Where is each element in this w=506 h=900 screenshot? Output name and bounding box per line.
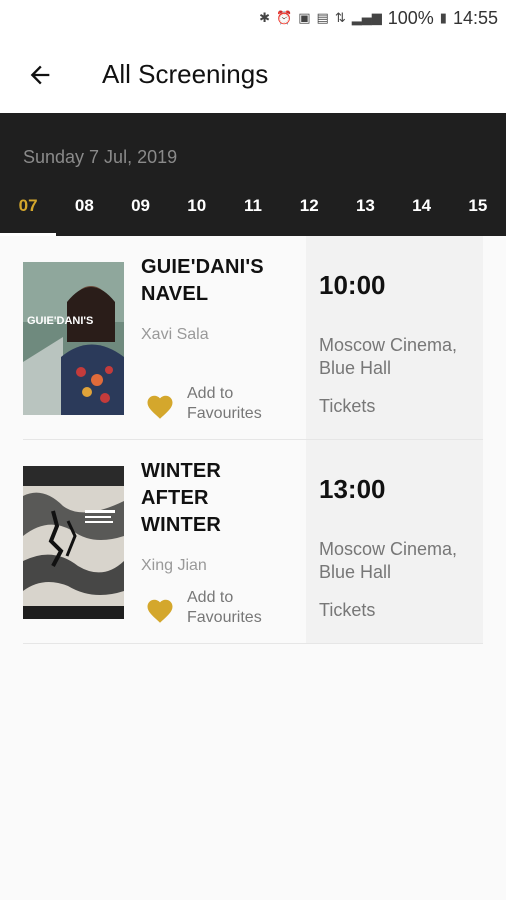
favourites-label: Favourites (187, 609, 262, 626)
alarm-icon: ⏰ (276, 10, 293, 26)
app-bar: All Screenings (0, 36, 506, 113)
day-tab-10[interactable]: 10 (169, 193, 225, 236)
signal-icon: ▂▄▆ (351, 10, 382, 26)
poster-title-text: GUIE'DANI'S (27, 315, 93, 327)
battery-icon: ▮ (439, 10, 447, 26)
screening-item[interactable]: GUIE'DANI'S GUIE'DANI'S NAVEL Xavi Sala … (23, 236, 483, 440)
movie-title-line: NAVEL (141, 283, 209, 305)
director-name: Xavi Sala (141, 326, 209, 343)
screening-time: 13:00 (319, 474, 386, 504)
screening-details-panel: 13:00 Moscow Cinema, Blue Hall Tickets (306, 440, 483, 643)
tickets-link[interactable]: Tickets (319, 600, 375, 621)
favourites-label: Add to (187, 385, 234, 402)
page-title: All Screenings (102, 59, 269, 89)
screening-details-panel: 10:00 Moscow Cinema, Blue Hall Tickets (306, 236, 483, 439)
heart-icon (147, 395, 173, 419)
day-tab-11[interactable]: 11 (225, 193, 281, 236)
data-icon: ⇅ (334, 10, 346, 26)
clock: 14:55 (452, 7, 498, 28)
day-tabs: 07 08 09 10 11 12 13 14 15 (0, 193, 506, 236)
battery-percent: 100% (387, 7, 434, 28)
day-tab-09[interactable]: 09 (112, 193, 168, 236)
notification-icon: ▣ (298, 10, 311, 26)
favourites-label: Favourites (187, 405, 262, 422)
venue-line: Blue Hall (319, 358, 392, 378)
arrow-left-icon (30, 65, 50, 84)
tickets-link[interactable]: Tickets (319, 396, 375, 417)
screening-item[interactable]: WINTER AFTER WINTER Xing Jian Add to Fav… (23, 440, 483, 644)
screenings-list: GUIE'DANI'S GUIE'DANI'S NAVEL Xavi Sala … (0, 236, 506, 644)
venue-line: Moscow Cinema, (319, 335, 458, 355)
venue-line: Moscow Cinema, (319, 539, 458, 559)
screening-info: WINTER AFTER WINTER Xing Jian (141, 458, 311, 575)
day-tab-14[interactable]: 14 (394, 193, 450, 236)
movie-title-line: WINTER (141, 514, 222, 536)
day-tab-15[interactable]: 15 (450, 193, 506, 236)
director-name: Xing Jian (141, 557, 207, 574)
movie-title-line: GUIE'DANI'S (141, 256, 264, 278)
movie-poster[interactable] (23, 466, 124, 619)
day-tab-12[interactable]: 12 (281, 193, 337, 236)
movie-title[interactable]: WINTER AFTER WINTER (141, 458, 311, 539)
day-tab-07[interactable]: 07 (0, 193, 57, 236)
screening-time: 10:00 (319, 270, 386, 300)
movie-poster[interactable]: GUIE'DANI'S (23, 262, 124, 415)
movie-title-line: WINTER (141, 460, 222, 482)
add-to-favourites-button[interactable]: Add to Favourites (145, 384, 262, 424)
venue: Moscow Cinema, Blue Hall (319, 334, 479, 380)
date-strip: Sunday 7 Jul, 2019 07 08 09 10 11 12 13 … (0, 113, 506, 236)
screening-info: GUIE'DANI'S NAVEL Xavi Sala (141, 254, 311, 344)
heart-icon (147, 599, 173, 623)
venue: Moscow Cinema, Blue Hall (319, 538, 479, 584)
bluetooth-icon: ✱ (259, 10, 271, 26)
venue-line: Blue Hall (319, 562, 392, 582)
add-to-favourites-button[interactable]: Add to Favourites (145, 588, 262, 628)
movie-title-line: AFTER (141, 487, 209, 509)
favourites-label: Add to (187, 589, 234, 606)
status-bar: ✱ ⏰ ▣ ▤ ⇅ ▂▄▆ 100% ▮ 14:55 (0, 0, 506, 36)
day-tab-08[interactable]: 08 (56, 193, 112, 236)
sim-icon: ▤ (316, 10, 329, 26)
movie-title[interactable]: GUIE'DANI'S NAVEL (141, 254, 311, 308)
selected-date-label: Sunday 7 Jul, 2019 (23, 147, 178, 167)
back-button[interactable] (12, 47, 68, 103)
day-tab-13[interactable]: 13 (337, 193, 393, 236)
